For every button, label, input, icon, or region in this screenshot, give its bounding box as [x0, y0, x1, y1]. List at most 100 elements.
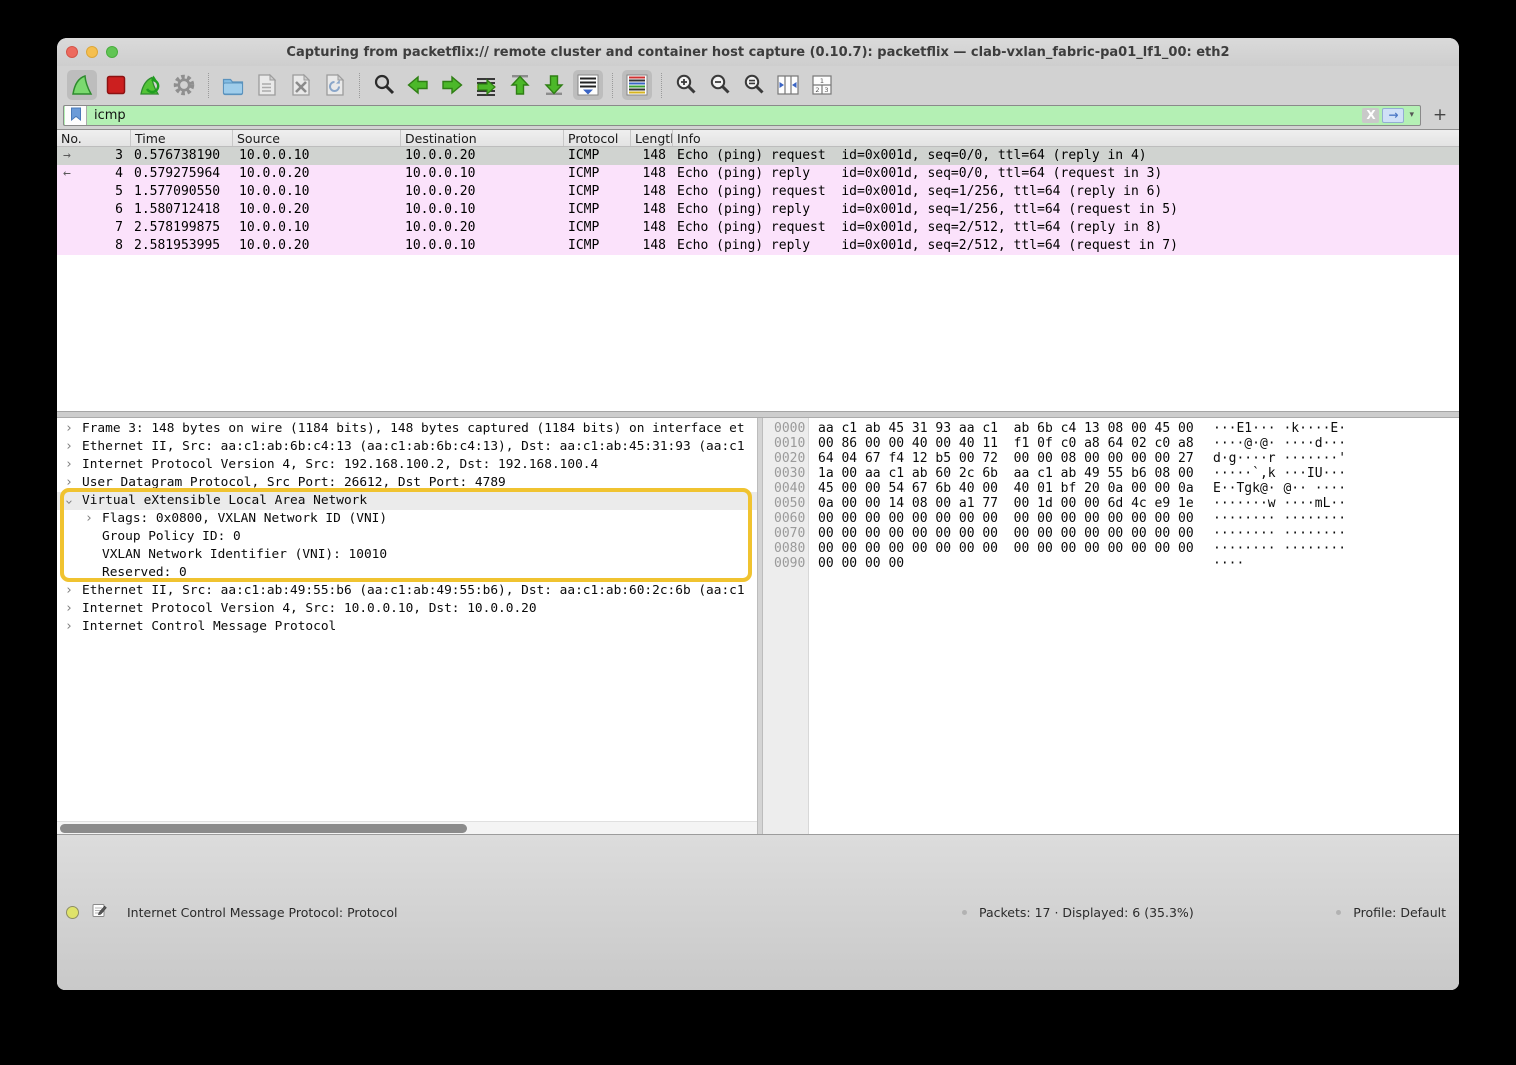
- minimize-window-button[interactable]: [86, 46, 98, 58]
- detail-row[interactable]: VXLAN Network Identifier (VNI): 10010: [57, 546, 757, 564]
- save-file-button[interactable]: [252, 70, 282, 100]
- layout-chooser-button[interactable]: 123: [807, 70, 837, 100]
- main-toolbar: 123: [57, 66, 1459, 104]
- arrow-up-bar-icon: [508, 73, 532, 97]
- zoom-in-button[interactable]: [671, 70, 701, 100]
- detail-row[interactable]: Internet Protocol Version 4, Src: 10.0.0…: [57, 600, 757, 618]
- packet-row[interactable]: 6 1.580712418 10.0.0.20 10.0.0.10 ICMP 1…: [57, 201, 1459, 219]
- hex-row[interactable]: 002064 04 67 f4 12 b5 00 72 00 00 08 00 …: [763, 451, 1459, 466]
- auto-scroll-toggle[interactable]: [573, 70, 603, 100]
- detail-row[interactable]: Internet Protocol Version 4, Src: 192.16…: [57, 456, 757, 474]
- expand-chevron-icon[interactable]: [65, 618, 82, 636]
- expand-chevron-icon[interactable]: [65, 474, 82, 492]
- expand-chevron-icon[interactable]: [65, 600, 82, 618]
- search-icon: [372, 73, 396, 97]
- open-file-button[interactable]: [218, 70, 248, 100]
- filter-apply-button[interactable]: →: [1382, 108, 1404, 123]
- zoom-window-button[interactable]: [106, 46, 118, 58]
- zoom-reset-button[interactable]: [739, 70, 769, 100]
- gear-icon: [172, 73, 196, 97]
- hex-row[interactable]: 00301a 00 aa c1 ab 60 2c 6b aa c1 ab 49 …: [763, 466, 1459, 481]
- capture-options-button[interactable]: [169, 70, 199, 100]
- direction-arrow-icon: [63, 165, 71, 183]
- status-field-info: Internet Control Message Protocol: Proto…: [127, 905, 397, 920]
- packet-list-empty-area: [57, 255, 1459, 411]
- hex-row[interactable]: 004045 00 00 54 67 6b 40 00 40 01 bf 20 …: [763, 481, 1459, 496]
- expand-chevron-icon[interactable]: [85, 510, 102, 528]
- go-to-packet-button[interactable]: [471, 70, 501, 100]
- details-scrollbar-thumb[interactable]: [60, 824, 467, 833]
- expert-info-icon[interactable]: [66, 906, 79, 919]
- zoom-reset-icon: [742, 73, 766, 97]
- expand-chevron-icon[interactable]: [65, 420, 82, 438]
- status-separator-dot: [962, 910, 967, 915]
- capture-comment-icon[interactable]: [92, 903, 107, 921]
- column-header-no[interactable]: No.: [57, 130, 130, 146]
- hex-row[interactable]: 001000 86 00 00 40 00 40 11 f1 0f c0 a8 …: [763, 436, 1459, 451]
- detail-row[interactable]: Reserved: 0: [57, 564, 757, 582]
- filter-bookmark-button[interactable]: [65, 106, 87, 125]
- detail-row[interactable]: Flags: 0x0800, VXLAN Network ID (VNI): [57, 510, 757, 528]
- shark-fin-icon: [70, 73, 94, 97]
- detail-row[interactable]: Group Policy ID: 0: [57, 528, 757, 546]
- detail-row[interactable]: Virtual eXtensible Local Area Network: [57, 492, 757, 510]
- close-window-button[interactable]: [66, 46, 78, 58]
- expand-chevron-icon[interactable]: [65, 456, 82, 474]
- window-title: Capturing from packetflix:// remote clus…: [286, 45, 1229, 60]
- toolbar-separator: [612, 73, 613, 98]
- hex-row[interactable]: 009000 00 00 00····: [763, 556, 1459, 571]
- column-header-info[interactable]: Info: [672, 130, 1459, 146]
- status-profile[interactable]: Profile: Default: [1353, 905, 1446, 920]
- packet-row[interactable]: 8 2.581953995 10.0.0.20 10.0.0.10 ICMP 1…: [57, 237, 1459, 255]
- hex-row[interactable]: 007000 00 00 00 00 00 00 00 00 00 00 00 …: [763, 526, 1459, 541]
- column-header-time[interactable]: Time: [130, 130, 232, 146]
- resize-columns-button[interactable]: [773, 70, 803, 100]
- go-forward-button[interactable]: [437, 70, 467, 100]
- arrow-down-bar-icon: [542, 73, 566, 97]
- hex-row[interactable]: 0000aa c1 ab 45 31 93 aa c1 ab 6b c4 13 …: [763, 421, 1459, 436]
- reload-file-button[interactable]: [320, 70, 350, 100]
- pane-splitter-horizontal[interactable]: [57, 411, 1459, 418]
- go-to-top-button[interactable]: [505, 70, 535, 100]
- stop-capture-button[interactable]: [101, 70, 131, 100]
- column-header-length[interactable]: Length: [630, 130, 672, 146]
- restart-fin-icon: [138, 73, 162, 97]
- display-filter-input[interactable]: icmp X → ▾: [63, 105, 1421, 126]
- arrow-right-icon: [440, 73, 464, 97]
- find-packet-button[interactable]: [369, 70, 399, 100]
- binary-document-icon: [256, 73, 278, 97]
- column-header-protocol[interactable]: Protocol: [563, 130, 630, 146]
- status-bar: Internet Control Message Protocol: Proto…: [57, 834, 1459, 991]
- close-file-button[interactable]: [286, 70, 316, 100]
- detail-row[interactable]: Frame 3: 148 bytes on wire (1184 bits), …: [57, 420, 757, 438]
- expand-chevron-icon[interactable]: [65, 492, 82, 510]
- go-to-bottom-button[interactable]: [539, 70, 569, 100]
- filter-add-button[interactable]: +: [1429, 105, 1451, 125]
- start-capture-button[interactable]: [67, 70, 97, 100]
- hex-row[interactable]: 00500a 00 00 14 08 00 a1 77 00 1d 00 00 …: [763, 496, 1459, 511]
- detail-row[interactable]: Internet Control Message Protocol: [57, 618, 757, 636]
- column-header-source[interactable]: Source: [232, 130, 400, 146]
- details-horizontal-scrollbar[interactable]: [57, 821, 757, 834]
- go-back-button[interactable]: [403, 70, 433, 100]
- hex-row[interactable]: 006000 00 00 00 00 00 00 00 00 00 00 00 …: [763, 511, 1459, 526]
- zoom-out-button[interactable]: [705, 70, 735, 100]
- packet-row[interactable]: 5 1.577090550 10.0.0.10 10.0.0.20 ICMP 1…: [57, 183, 1459, 201]
- expand-chevron-icon[interactable]: [65, 438, 82, 456]
- column-header-destination[interactable]: Destination: [400, 130, 563, 146]
- expand-chevron-icon[interactable]: [65, 582, 82, 600]
- restart-capture-button[interactable]: [135, 70, 165, 100]
- filter-dropdown-caret[interactable]: ▾: [1407, 110, 1416, 120]
- packet-row[interactable]: 3 0.576738190 10.0.0.10 10.0.0.20 ICMP 1…: [57, 147, 1459, 165]
- filter-value[interactable]: icmp: [87, 108, 1362, 123]
- filter-clear-button[interactable]: X: [1362, 108, 1379, 123]
- detail-row[interactable]: Ethernet II, Src: aa:c1:ab:49:55:b6 (aa:…: [57, 582, 757, 600]
- packet-row[interactable]: 7 2.578199875 10.0.0.10 10.0.0.20 ICMP 1…: [57, 219, 1459, 237]
- status-separator-dot: [1336, 910, 1341, 915]
- hex-row[interactable]: 008000 00 00 00 00 00 00 00 00 00 00 00 …: [763, 541, 1459, 556]
- reload-document-icon: [324, 73, 346, 97]
- colorize-toggle[interactable]: [622, 70, 652, 100]
- detail-row[interactable]: User Datagram Protocol, Src Port: 26612,…: [57, 474, 757, 492]
- detail-row[interactable]: Ethernet II, Src: aa:c1:ab:6b:c4:13 (aa:…: [57, 438, 757, 456]
- packet-row[interactable]: 4 0.579275964 10.0.0.20 10.0.0.10 ICMP 1…: [57, 165, 1459, 183]
